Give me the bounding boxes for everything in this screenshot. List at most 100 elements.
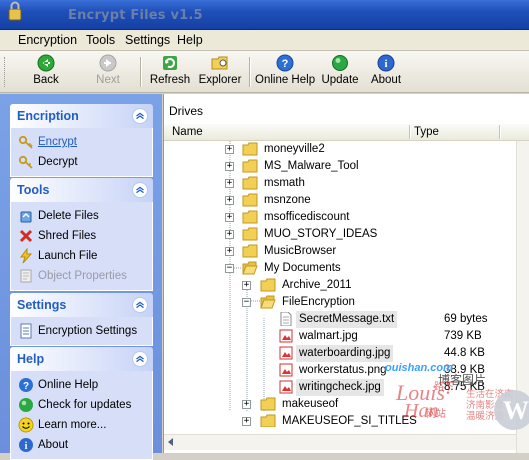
tree-row[interactable]: + msmath: [164, 175, 516, 192]
encryption-group: Encription Encrypt Decrypt: [10, 104, 153, 177]
folder-icon: [242, 210, 258, 224]
explorer-button[interactable]: Explorer: [197, 54, 243, 90]
expand-icon[interactable]: +: [225, 230, 234, 239]
tree-row[interactable]: + MS_Malware_Tool: [164, 158, 516, 175]
folder-icon: [242, 227, 258, 241]
collapse-icon[interactable]: −: [242, 298, 251, 307]
folder-icon: [260, 397, 276, 411]
expand-icon[interactable]: +: [225, 213, 234, 222]
expand-icon[interactable]: +: [242, 400, 251, 409]
tree-row[interactable]: + Archive_2011: [164, 277, 516, 294]
expand-icon[interactable]: +: [242, 281, 251, 290]
about-button[interactable]: i About: [368, 54, 404, 90]
tree-row[interactable]: − My Documents: [164, 260, 516, 277]
expand-icon[interactable]: +: [225, 196, 234, 205]
toolbar-separator: [249, 57, 251, 87]
task-check-updates[interactable]: Check for updates: [11, 395, 152, 415]
collapse-chevron-icon[interactable]: [132, 108, 148, 124]
folder-icon: [260, 414, 276, 427]
open-folder-icon: [260, 295, 276, 309]
tree-row[interactable]: + msnzone: [164, 192, 516, 209]
lock-icon: [8, 1, 22, 21]
svg-text:?: ?: [282, 58, 289, 70]
tree-row[interactable]: walmart.jpg 739 KB: [164, 328, 516, 345]
image-file-icon: [279, 329, 293, 343]
lightning-icon: [20, 248, 33, 264]
help-group-header[interactable]: Help: [10, 347, 153, 371]
smiley-icon: [18, 417, 34, 433]
text-file-icon: [280, 312, 292, 326]
back-arrow-icon: [37, 54, 55, 72]
update-globe-icon: [332, 55, 348, 71]
toolbar-separator: [140, 57, 142, 87]
task-learn-more[interactable]: Learn more...: [11, 415, 152, 435]
task-online-help[interactable]: ? Online Help: [11, 375, 152, 395]
help-icon: ?: [276, 54, 294, 72]
drives-header: Drives: [164, 94, 529, 124]
task-object-properties[interactable]: Object Properties: [11, 266, 152, 286]
expand-icon[interactable]: +: [225, 179, 234, 188]
expand-icon[interactable]: +: [225, 247, 234, 256]
settings-group: Settings Encryption Settings: [10, 293, 153, 346]
encryption-group-header[interactable]: Encription: [10, 104, 153, 128]
forward-arrow-icon: [99, 54, 117, 72]
tree-row[interactable]: SecretMessage.txt 69 bytes: [164, 311, 516, 328]
window-title: Encrypt Files v1.5: [68, 8, 203, 23]
tree-row[interactable]: + makeuseof: [164, 396, 516, 413]
task-shred-files[interactable]: Shred Files: [11, 226, 152, 246]
tree-row[interactable]: + MusicBrowser: [164, 243, 516, 260]
settings-group-header[interactable]: Settings: [10, 293, 153, 317]
task-decrypt[interactable]: Decrypt: [11, 152, 152, 172]
scroll-left-icon[interactable]: [168, 438, 173, 446]
title-bar: Encrypt Files v1.5: [0, 0, 529, 30]
menu-encryption[interactable]: Encryption: [18, 33, 77, 47]
toolbar-grip[interactable]: [4, 57, 7, 87]
expand-icon[interactable]: +: [242, 417, 251, 426]
online-help-button[interactable]: ? Online Help: [255, 54, 315, 90]
image-file-icon: [279, 363, 293, 377]
tools-group: Tools Delete Files Shred Files Launch Fi…: [10, 178, 153, 291]
help-group: Help ? Online Help Check for updates Lea…: [10, 347, 153, 460]
collapse-icon[interactable]: −: [225, 264, 234, 273]
tree-row[interactable]: + MAKEUSEOF_SI_TITLES: [164, 413, 516, 427]
task-pane: Encription Encrypt Decrypt Tools Delete …: [0, 94, 162, 460]
tree-row[interactable]: + msofficediscount: [164, 209, 516, 226]
watermark-cn1: 路下: [434, 382, 454, 393]
task-encrypt[interactable]: Encrypt: [11, 132, 152, 152]
help-icon: ?: [19, 378, 33, 392]
menu-tools[interactable]: Tools: [86, 33, 115, 47]
column-name[interactable]: Name: [172, 126, 203, 138]
refresh-button[interactable]: Refresh: [148, 54, 192, 90]
column-divider[interactable]: [409, 125, 411, 139]
tree-row[interactable]: + MUO_STORY_IDEAS: [164, 226, 516, 243]
collapse-chevron-icon[interactable]: [132, 182, 148, 198]
recycle-icon: [20, 211, 32, 223]
update-button[interactable]: Update: [320, 54, 360, 90]
info-icon: i: [377, 54, 395, 72]
tools-group-header[interactable]: Tools: [10, 178, 153, 202]
tree-row[interactable]: + moneyville2: [164, 141, 516, 158]
task-launch-file[interactable]: Launch File: [11, 246, 152, 266]
task-delete-files[interactable]: Delete Files: [11, 206, 152, 226]
horizontal-scrollbar[interactable]: [164, 434, 516, 450]
image-file-icon: [279, 380, 293, 394]
collapse-chevron-icon[interactable]: [132, 351, 148, 367]
watermark-cn2: 网站: [426, 409, 446, 420]
folder-icon: [242, 142, 258, 156]
tree-row[interactable]: − FileEncryption: [164, 294, 516, 311]
tree-row[interactable]: waterboarding.jpg 44.8 KB: [164, 345, 516, 362]
task-about[interactable]: i About: [11, 435, 152, 455]
task-encryption-settings[interactable]: Encryption Settings: [11, 321, 152, 341]
svg-text:i: i: [25, 441, 28, 452]
menu-settings[interactable]: Settings: [125, 33, 170, 47]
back-button[interactable]: Back: [28, 54, 64, 90]
next-button[interactable]: Next: [90, 54, 126, 90]
collapse-chevron-icon[interactable]: [132, 297, 148, 313]
menu-help[interactable]: Help: [177, 33, 203, 47]
column-type[interactable]: Type: [414, 126, 439, 138]
column-divider[interactable]: [499, 125, 501, 139]
expand-icon[interactable]: +: [225, 162, 234, 171]
open-folder-icon: [242, 261, 258, 275]
wordpress-logo-icon: W: [494, 390, 529, 430]
expand-icon[interactable]: +: [225, 145, 234, 154]
